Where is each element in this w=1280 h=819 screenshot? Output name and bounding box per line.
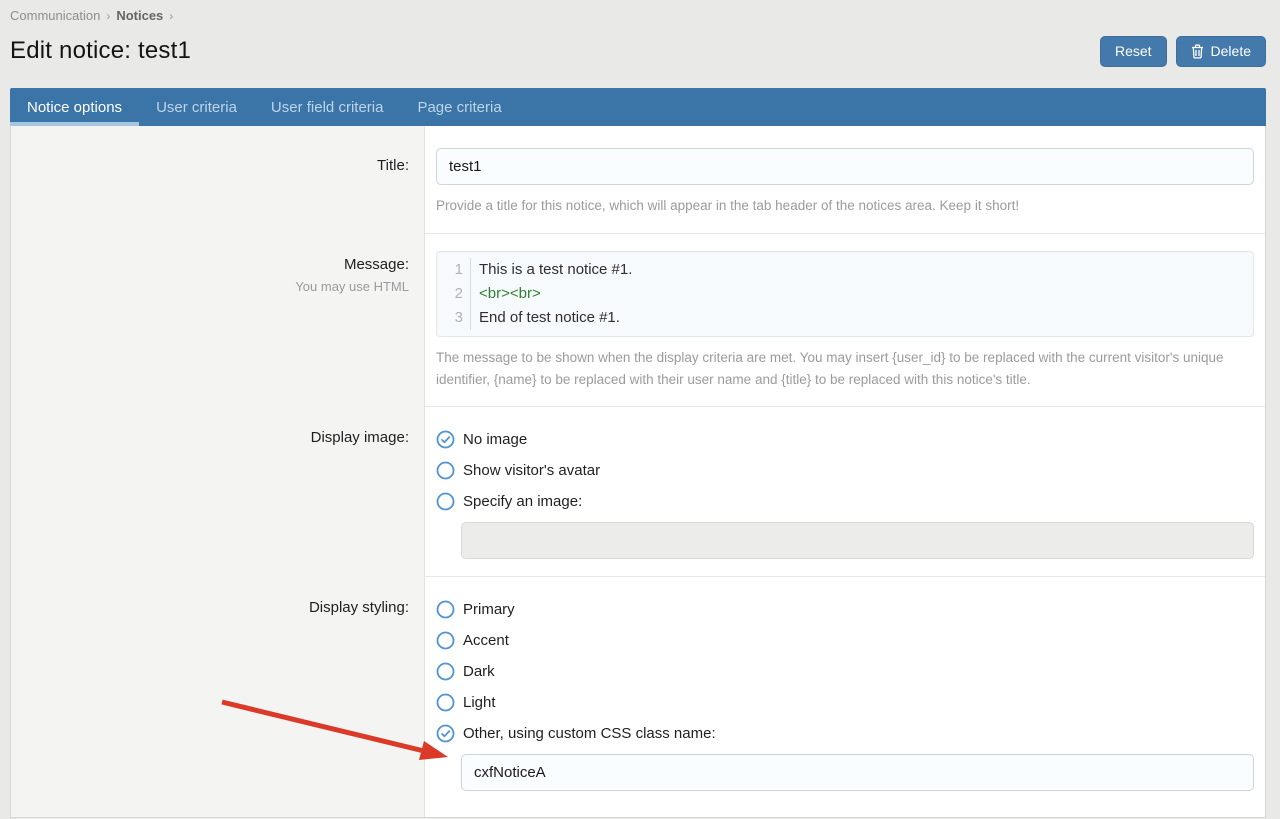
- reset-button-label: Reset: [1115, 43, 1152, 59]
- page-title: Edit notice: test1: [10, 37, 191, 65]
- message-label-text: Message:: [11, 256, 409, 273]
- radio-show-avatar[interactable]: Show visitor's avatar: [436, 455, 1254, 486]
- radio-specify-image[interactable]: Specify an image:: [436, 486, 1254, 517]
- message-explain: The message to be shown when the display…: [436, 347, 1248, 390]
- display-styling-label: Display styling:: [11, 577, 425, 817]
- radio-label: Accent: [463, 632, 509, 649]
- code-line: This is a test notice #1.: [479, 258, 1253, 282]
- delete-button[interactable]: Delete: [1176, 36, 1266, 67]
- tab-user-criteria[interactable]: User criteria: [139, 88, 254, 126]
- radio-styling-other-css[interactable]: Other, using custom CSS class name:: [436, 718, 1254, 749]
- header-actions: Reset Delete: [1100, 36, 1266, 67]
- title-input[interactable]: [436, 148, 1254, 185]
- radio-styling-light[interactable]: Light: [436, 687, 1254, 718]
- line-number: 1: [437, 258, 463, 282]
- radio-unchecked-icon: [436, 600, 455, 619]
- display-image-label: Display image:: [11, 407, 425, 577]
- radio-checked-icon: [436, 724, 455, 743]
- radio-styling-dark[interactable]: Dark: [436, 656, 1254, 687]
- radio-checked-icon: [436, 430, 455, 449]
- code-lines: This is a test notice #1. <br><br> End o…: [471, 258, 1253, 330]
- radio-unchecked-icon: [436, 693, 455, 712]
- message-code-editor[interactable]: 1 2 3 This is a test notice #1. <br><br>…: [436, 251, 1254, 337]
- tab-page-criteria[interactable]: Page criteria: [400, 88, 518, 126]
- radio-label: No image: [463, 431, 527, 448]
- tab-label: User criteria: [156, 99, 237, 116]
- message-row: Message: You may use HTML 1 2 3 This is …: [11, 234, 1265, 407]
- tab-notice-options[interactable]: Notice options: [10, 88, 139, 126]
- radio-styling-accent[interactable]: Accent: [436, 625, 1254, 656]
- custom-css-class-input[interactable]: [461, 754, 1254, 791]
- radio-unchecked-icon: [436, 662, 455, 681]
- radio-label: Dark: [463, 663, 495, 680]
- radio-unchecked-icon: [436, 461, 455, 480]
- image-url-input[interactable]: [461, 522, 1254, 559]
- radio-label: Specify an image:: [463, 493, 582, 510]
- line-number: 3: [437, 306, 463, 330]
- form-body: Title: Provide a title for this notice, …: [10, 126, 1266, 818]
- code-line: <br><br>: [479, 282, 1253, 306]
- tab-label: Notice options: [27, 99, 122, 116]
- delete-button-label: Delete: [1211, 43, 1251, 59]
- breadcrumb-separator-icon: ›: [169, 9, 173, 23]
- tab-label: User field criteria: [271, 99, 384, 116]
- display-image-row: Display image: No image Show visitor's a…: [11, 407, 1265, 577]
- reset-button[interactable]: Reset: [1100, 36, 1167, 67]
- code-line-numbers: 1 2 3: [437, 258, 471, 330]
- line-number: 2: [437, 282, 463, 306]
- title-label: Title:: [11, 126, 425, 234]
- breadcrumb-notices[interactable]: Notices: [116, 8, 163, 23]
- breadcrumb-communication[interactable]: Communication: [10, 8, 100, 23]
- radio-label: Show visitor's avatar: [463, 462, 600, 479]
- tab-label: Page criteria: [417, 99, 501, 116]
- page-header: Communication › Notices › Edit notice: test…: [0, 0, 1280, 67]
- display-styling-row: Display styling: Primary Accent Dark Lig…: [11, 577, 1265, 817]
- radio-unchecked-icon: [436, 631, 455, 650]
- message-html-hint: You may use HTML: [11, 279, 409, 294]
- radio-styling-primary[interactable]: Primary: [436, 594, 1254, 625]
- title-explain: Provide a title for this notice, which w…: [436, 195, 1248, 217]
- radio-label: Other, using custom CSS class name:: [463, 725, 716, 742]
- radio-label: Primary: [463, 601, 515, 618]
- radio-label: Light: [463, 694, 496, 711]
- trash-icon: [1191, 44, 1204, 59]
- tab-bar: Notice options User criteria User field …: [10, 88, 1266, 126]
- code-line: End of test notice #1.: [479, 306, 1253, 330]
- message-label: Message: You may use HTML: [11, 234, 425, 407]
- breadcrumb-separator-icon: ›: [106, 9, 110, 23]
- radio-no-image[interactable]: No image: [436, 424, 1254, 455]
- edit-notice-form: Notice options User criteria User field …: [10, 88, 1266, 818]
- title-row: Title: Provide a title for this notice, …: [11, 126, 1265, 234]
- tab-user-field-criteria[interactable]: User field criteria: [254, 88, 401, 126]
- breadcrumb: Communication › Notices ›: [10, 8, 1266, 24]
- radio-unchecked-icon: [436, 492, 455, 511]
